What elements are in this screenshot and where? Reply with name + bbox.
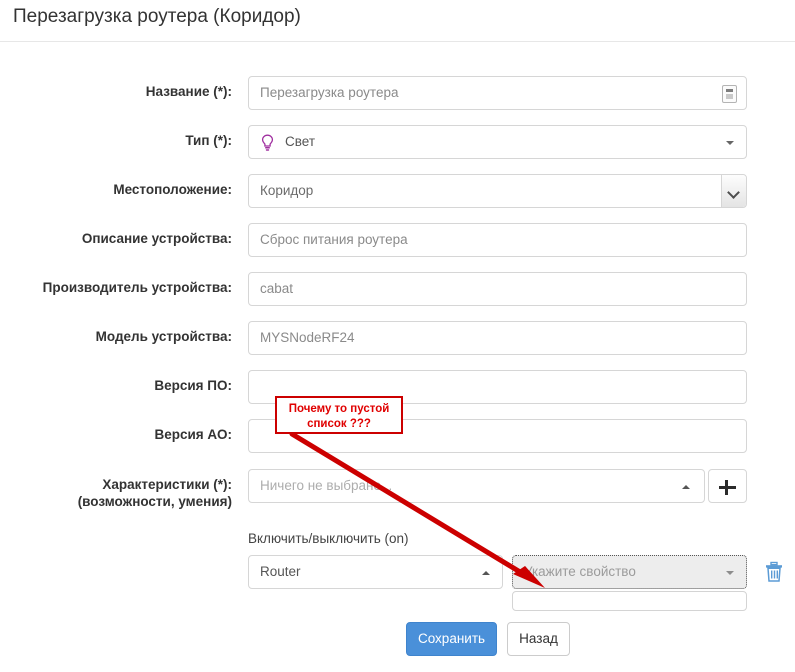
select-capability-property-placeholder: Укажите свойство [524, 564, 636, 579]
select-type-value: Свет [285, 134, 316, 149]
select-capability-property[interactable]: Укажите свойство [512, 555, 747, 589]
label-characteristics-line2: (возможности, умения) [77, 494, 232, 509]
label-name: Название (*): [145, 84, 232, 99]
chevron-down-icon [726, 571, 734, 575]
select-capability-device[interactable]: Router [248, 555, 503, 589]
annotation-line2: список ??? [307, 418, 371, 430]
page-header: Перезагрузка роутера (Коридор) [0, 0, 795, 42]
select-location[interactable]: Коридор [248, 174, 747, 208]
select-location-value: Коридор [260, 183, 314, 198]
label-characteristics: Характеристики (*): (возможности, умения… [0, 476, 232, 510]
input-manufacturer-value: cabat [260, 281, 294, 296]
capability-property-dropdown-panel[interactable] [512, 591, 747, 611]
form-row-type: Тип (*): Свет [0, 125, 795, 159]
input-manufacturer[interactable]: cabat [248, 272, 747, 306]
chevron-down-icon[interactable] [721, 175, 746, 207]
add-characteristic-button[interactable] [708, 469, 747, 503]
input-model[interactable]: MYSNodeRF24 [248, 321, 747, 355]
chevron-up-icon [682, 485, 690, 489]
input-description[interactable]: Сброс питания роутера [248, 223, 747, 257]
form-row-characteristics: Характеристики (*): (возможности, умения… [0, 469, 795, 509]
input-description-value: Сброс питания роутера [260, 232, 408, 247]
annotation-line1: Почему то пустой [288, 403, 390, 415]
label-hardware-version: Версия АО: [154, 427, 232, 442]
label-characteristics-line1: Характеристики (*): [102, 477, 232, 492]
capability-title: Включить/выключить (on) [248, 531, 409, 546]
save-button[interactable]: Сохранить [406, 622, 497, 656]
label-location: Местоположение: [113, 182, 232, 197]
chevron-up-icon [482, 571, 490, 575]
page-title: Перезагрузка роутера (Коридор) [13, 6, 301, 27]
back-button[interactable]: Назад [507, 622, 570, 656]
input-name-value: Перезагрузка роутера [260, 85, 399, 100]
chevron-down-icon [726, 141, 734, 145]
form-row-description: Описание устройства: Сброс питания роуте… [0, 223, 795, 257]
label-description: Описание устройства: [81, 231, 232, 246]
select-characteristics-placeholder: Ничего не выбрано... [260, 478, 393, 493]
form-row-manufacturer: Производитель устройства: cabat [0, 272, 795, 306]
form-row-location: Местоположение: Коридор [0, 174, 795, 208]
clipboard-icon[interactable] [722, 85, 737, 103]
label-model: Модель устройства: [95, 329, 232, 344]
input-name[interactable]: Перезагрузка роутера [248, 76, 747, 110]
select-type[interactable]: Свет [248, 125, 747, 159]
label-manufacturer: Производитель устройства: [42, 280, 232, 295]
select-characteristics[interactable]: Ничего не выбрано... [248, 469, 705, 503]
label-software-version: Версия ПО: [154, 378, 232, 393]
input-model-value: MYSNodeRF24 [260, 330, 355, 345]
annotation-callout: Почему то пустой список ??? [275, 396, 403, 434]
form-row-model: Модель устройства: MYSNodeRF24 [0, 321, 795, 355]
select-capability-device-value: Router [260, 564, 301, 579]
lightbulb-icon [261, 134, 274, 151]
label-type: Тип (*): [185, 133, 232, 148]
form-row-name: Название (*): Перезагрузка роутера [0, 76, 795, 110]
trash-icon[interactable] [764, 561, 784, 583]
